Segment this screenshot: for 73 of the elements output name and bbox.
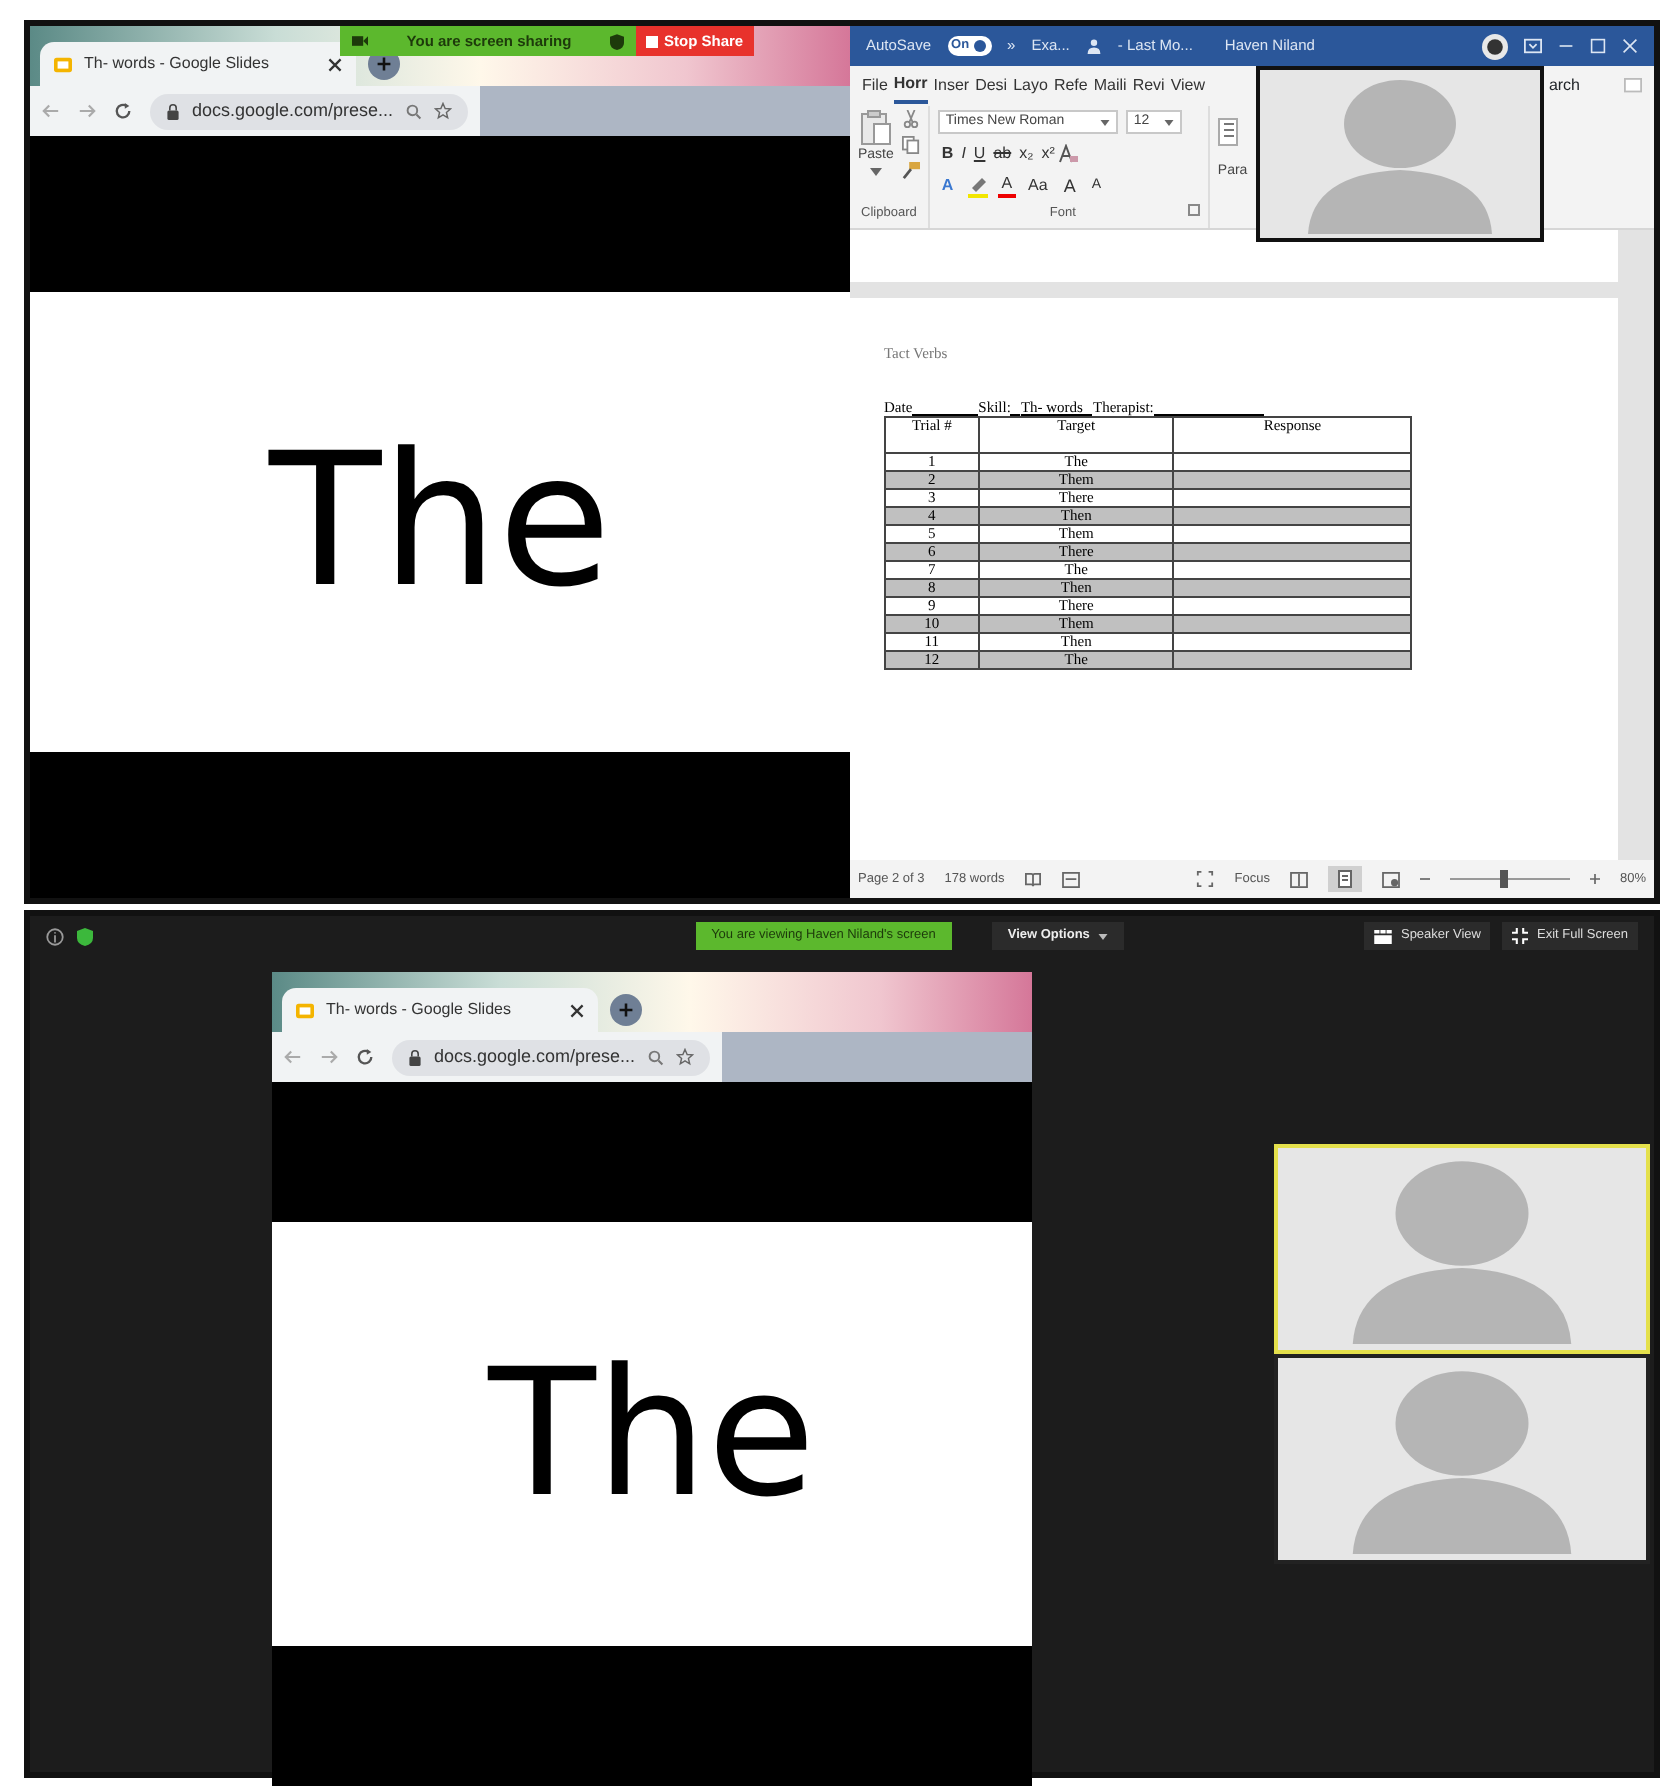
shield-icon: [610, 33, 624, 49]
text-effects-button[interactable]: A: [937, 174, 958, 198]
zoom-slider-thumb[interactable]: [1499, 870, 1508, 888]
web-layout-icon[interactable]: [1381, 871, 1400, 887]
slide-text: The: [488, 1346, 816, 1522]
clear-formatting-icon[interactable]: [1058, 144, 1079, 164]
close-icon[interactable]: [570, 1003, 584, 1017]
search-icon: [405, 103, 422, 119]
close-icon[interactable]: [328, 57, 342, 71]
person-icon: [1085, 38, 1102, 54]
book-icon[interactable]: [1024, 871, 1043, 887]
format-button[interactable]: B: [937, 142, 958, 166]
address-bar[interactable]: docs.google.com/prese...: [150, 93, 468, 129]
page-icon: [1337, 870, 1352, 888]
ribbon-tab[interactable]: Inser: [933, 70, 970, 102]
zoom-out-icon[interactable]: [1419, 874, 1430, 884]
plus-icon: [376, 56, 392, 72]
dialog-launcher-icon[interactable]: [1187, 204, 1200, 217]
info-icon[interactable]: [46, 927, 64, 945]
stop-icon: [646, 35, 658, 47]
caret-icon[interactable]: [869, 167, 882, 175]
ribbon-display-icon[interactable]: [1524, 38, 1542, 54]
format-button[interactable]: I: [957, 142, 970, 166]
copy-icon[interactable]: [901, 136, 920, 154]
paragraph-icon[interactable]: [1217, 118, 1238, 146]
ribbon-tab[interactable]: Layo: [1013, 70, 1048, 102]
highlighter-icon[interactable]: [965, 175, 990, 197]
ribbon-tab[interactable]: Revi: [1132, 70, 1165, 102]
zoom-in-icon[interactable]: [1589, 874, 1600, 884]
reload-icon[interactable]: [356, 1048, 374, 1066]
format-button[interactable]: ab: [989, 142, 1016, 166]
caret-icon: [1097, 933, 1108, 939]
grow-font-button[interactable]: A: [1059, 174, 1080, 198]
format-button[interactable]: x²: [1037, 142, 1059, 166]
format-painter-icon[interactable]: [901, 162, 920, 180]
paste-icon[interactable]: [859, 110, 892, 146]
ribbon-tab[interactable]: File: [862, 70, 888, 102]
address-bar[interactable]: docs.google.com/prese...: [392, 1039, 710, 1075]
change-case-button[interactable]: Aa: [1024, 174, 1052, 198]
font-color-button[interactable]: A: [997, 174, 1017, 198]
cut-icon[interactable]: [901, 110, 920, 128]
search-text: arch: [1548, 74, 1580, 98]
plus-icon: [618, 1002, 634, 1018]
slides-icon: [54, 55, 72, 73]
lock-icon: [408, 1049, 422, 1065]
caret-icon: [1099, 119, 1110, 125]
slides-icon: [296, 1001, 314, 1019]
shield-icon[interactable]: [76, 927, 94, 945]
ribbon-tab[interactable]: View: [1170, 70, 1206, 102]
print-layout-button[interactable]: [1327, 866, 1362, 892]
star-icon[interactable]: [675, 1048, 694, 1066]
ribbon-tab[interactable]: Refe: [1053, 70, 1088, 102]
browser-tab[interactable]: Th- words - Google Slides: [40, 42, 356, 86]
read-mode-icon[interactable]: [1289, 871, 1308, 887]
maximize-icon[interactable]: [1590, 38, 1606, 54]
ribbon-tab[interactable]: Desi: [975, 70, 1008, 102]
format-button[interactable]: U: [969, 142, 990, 166]
reload-icon[interactable]: [114, 102, 132, 120]
browser-tab[interactable]: Th- words - Google Slides: [282, 988, 598, 1032]
search-icon: [647, 1049, 664, 1065]
camera-icon: [352, 34, 368, 48]
format-button[interactable]: x₂: [1015, 142, 1038, 166]
slide-text: The: [268, 430, 612, 614]
lock-icon: [166, 103, 180, 119]
star-icon[interactable]: [433, 102, 452, 120]
url-text: docs.google.com/prese...: [192, 97, 394, 124]
speaker-view-icon: [1374, 929, 1393, 943]
new-tab-button[interactable]: [610, 994, 642, 1026]
focus-icon[interactable]: [1196, 870, 1215, 888]
exit-full-screen-icon: [1512, 928, 1529, 944]
ribbon-tab[interactable]: Maili: [1093, 70, 1127, 102]
url-text: docs.google.com/prese...: [434, 1043, 636, 1070]
caret-icon: [1163, 119, 1174, 125]
